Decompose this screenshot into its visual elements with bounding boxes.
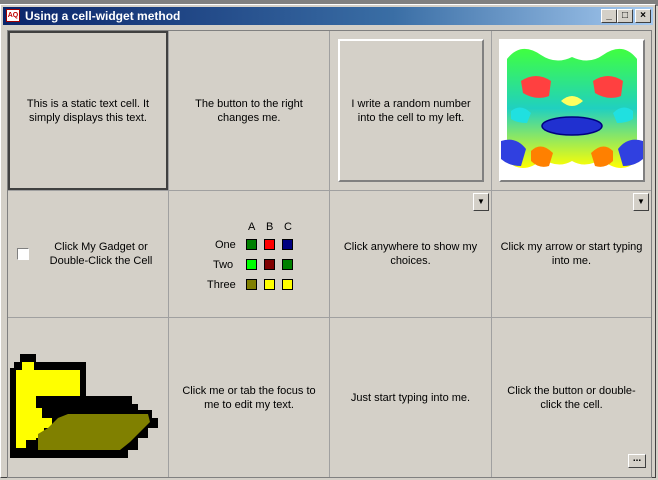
- folder-icon-cell[interactable]: [8, 318, 168, 477]
- color-swatch[interactable]: [264, 259, 275, 270]
- matrix-col-header: A: [248, 221, 256, 233]
- color-swatch[interactable]: [282, 239, 293, 250]
- color-swatch[interactable]: [282, 259, 293, 270]
- random-number-button[interactable]: I write a random number into the cell to…: [338, 39, 484, 182]
- ellipsis-button[interactable]: ...: [628, 454, 646, 468]
- app-icon[interactable]: AQ: [6, 9, 20, 22]
- minimize-button[interactable]: _: [601, 9, 617, 23]
- cell-grid: This is a static text cell. It simply di…: [7, 30, 652, 478]
- matrix-col-header: C: [284, 221, 292, 233]
- combo-cell-label: Click my arrow or start typing into me.: [500, 241, 643, 267]
- chevron-down-icon: ▼: [477, 197, 485, 206]
- choices-dropdown-button[interactable]: ▼: [473, 193, 489, 211]
- color-matrix-cell: A B C One Two Three: [169, 191, 329, 317]
- static-text-cell[interactable]: This is a static text cell. It simply di…: [8, 31, 168, 190]
- combo-dropdown-button[interactable]: ▼: [633, 193, 649, 211]
- gadget-cell-label: Click My Gadget or Double-Click the Cell: [49, 241, 153, 267]
- matrix-col-header: B: [266, 221, 274, 233]
- color-swatch[interactable]: [264, 239, 275, 250]
- title-bar[interactable]: AQ Using a cell-widget method _ □ ×: [3, 7, 653, 25]
- typing-cell-label: Just start typing into me.: [350, 391, 471, 404]
- app-window: AQ Using a cell-widget method _ □ × This…: [0, 4, 656, 478]
- color-swatch[interactable]: [282, 279, 293, 290]
- window-title: Using a cell-widget method: [25, 9, 181, 23]
- ellipsis-cell-label: Click the button or double-click the cel…: [507, 384, 636, 411]
- editable-text-cell[interactable]: Click me or tab the focus to me to edit …: [169, 318, 329, 477]
- open-folder-icon: [10, 354, 158, 458]
- more-icon: ...: [632, 453, 642, 464]
- button-target-cell: The button to the right changes me.: [169, 31, 329, 190]
- choices-cell[interactable]: Click anywhere to show my choices. ▼: [330, 191, 491, 317]
- chevron-down-icon: ▼: [637, 197, 645, 206]
- color-swatch[interactable]: [246, 279, 257, 290]
- maximize-button[interactable]: □: [617, 9, 633, 23]
- color-swatch[interactable]: [246, 259, 257, 270]
- combo-cell[interactable]: Click my arrow or start typing into me. …: [492, 191, 651, 317]
- matrix-row-label: Two: [213, 259, 234, 271]
- color-swatch[interactable]: [264, 279, 275, 290]
- typing-cell[interactable]: Just start typing into me.: [330, 318, 491, 477]
- choices-cell-label: Click anywhere to show my choices.: [343, 241, 478, 267]
- gadget-cell[interactable]: Click My Gadget or Double-Click the Cell: [8, 191, 168, 317]
- matrix-row-label: One: [215, 239, 236, 251]
- close-button[interactable]: ×: [635, 9, 651, 23]
- bitmap-image-cell[interactable]: [499, 39, 645, 182]
- matrix-row-label: Three: [207, 279, 236, 291]
- gadget-checkbox[interactable]: [17, 248, 29, 260]
- static-text-cell-label: This is a static text cell. It simply di…: [26, 97, 150, 124]
- ellipsis-cell[interactable]: Click the button or double-click the cel…: [492, 318, 651, 477]
- random-number-button-label: I write a random number into the cell to…: [351, 97, 471, 124]
- editable-text-cell-label: Click me or tab the focus to me to edit …: [182, 384, 316, 411]
- color-swatch[interactable]: [246, 239, 257, 250]
- button-target-text: The button to the right changes me.: [195, 97, 303, 124]
- colorful-bitmap-image: [501, 41, 643, 180]
